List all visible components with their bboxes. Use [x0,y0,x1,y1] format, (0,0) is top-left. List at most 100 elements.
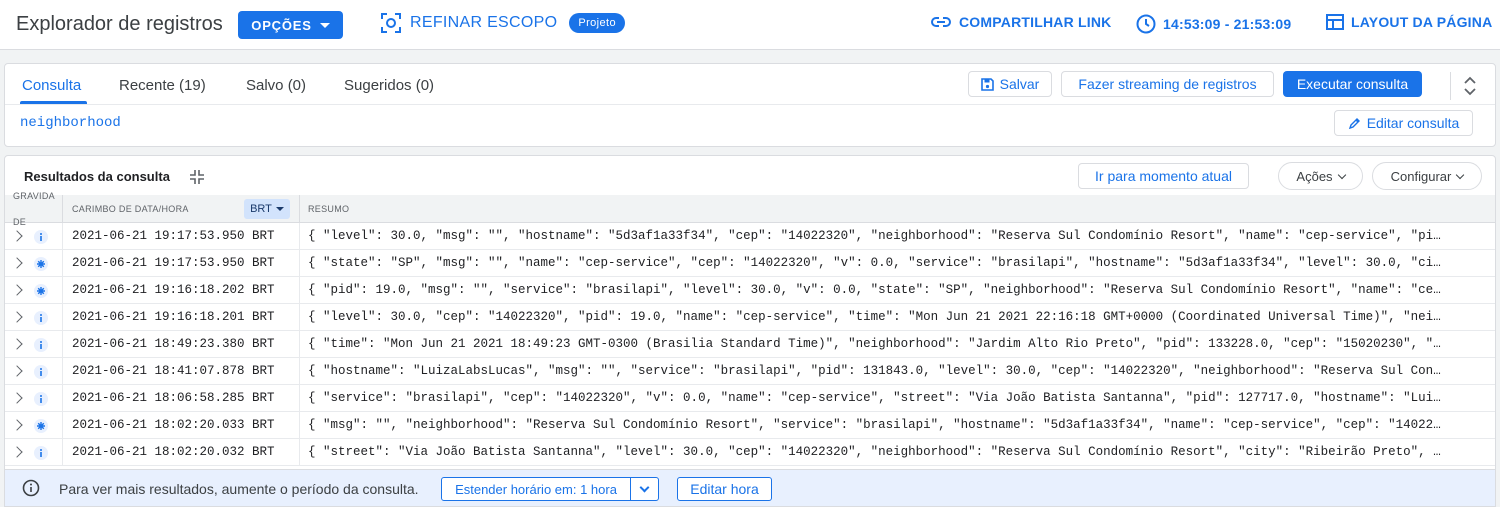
row-summary: { "level": 30.0, "msg": "", "hostname": … [308,229,1448,243]
chevron-right-icon[interactable] [11,230,23,242]
stream-logs-button[interactable]: Fazer streaming de registros [1061,71,1274,97]
page-layout-label: LAYOUT DA PÁGINA [1351,14,1493,30]
chevron-right-icon[interactable] [11,419,23,431]
row-timestamp: 2021-06-21 18:41:07.878 BRT [72,364,275,378]
tab-salvo[interactable]: Salvo (0) [246,77,306,94]
tab-consulta[interactable]: Consulta [22,77,81,94]
actions-button[interactable]: Ações [1278,162,1363,190]
timezone-selector[interactable]: BRT [244,199,290,219]
chevron-down-icon [1337,170,1346,179]
table-row[interactable]: 2021-06-21 18:06:58.285 BRT { "service":… [5,385,1495,412]
row-timestamp: 2021-06-21 18:06:58.285 BRT [72,391,275,405]
run-query-button[interactable]: Executar consulta [1283,71,1422,97]
column-divider [62,250,63,277]
column-divider [62,277,63,304]
jump-to-now-button[interactable]: Ir para momento atual [1078,163,1249,189]
save-icon [980,77,994,91]
column-divider [299,250,300,277]
column-divider [62,331,63,358]
page-layout-button[interactable]: LAYOUT DA PÁGINA [1326,14,1492,30]
timestamp-header[interactable]: CARIMBO DE DATA/HORA [72,204,189,214]
results-panel: Resultados da consulta Ir para momento a… [4,155,1496,507]
link-icon [931,17,951,27]
row-summary: { "time": "Mon Jun 21 2021 18:49:23 GMT-… [308,337,1448,351]
edit-time-button[interactable]: Editar hora [677,477,772,501]
column-divider [299,304,300,331]
project-badge: Projeto [569,13,625,33]
table-row[interactable]: 2021-06-21 19:16:18.202 BRT { "pid": 19.… [5,277,1495,304]
tab-sugeridos[interactable]: Sugeridos (0) [344,77,434,94]
row-summary: { "hostname": "LuizaLabsLucas", "msg": "… [308,364,1448,378]
info-severity-icon [34,338,48,352]
save-button-label: Salvar [999,76,1040,92]
edit-query-button[interactable]: Editar consulta [1334,110,1473,136]
column-divider [62,358,63,385]
focus-scope-icon [381,13,401,33]
table-row[interactable]: 2021-06-21 18:02:20.033 BRT { "msg": "",… [5,412,1495,439]
info-severity-icon [34,230,48,244]
configure-button[interactable]: Configurar [1372,162,1482,190]
column-divider [299,412,300,439]
any-severity-icon [34,419,48,433]
refine-scope-button[interactable]: REFINAR ESCOPO Projeto [380,12,625,34]
time-range-button[interactable]: 14:53:09 - 21:53:09 [1136,14,1291,34]
chevron-right-icon[interactable] [11,284,23,296]
refine-scope-label: REFINAR ESCOPO [410,14,558,31]
tabs-divider [5,104,1495,105]
info-severity-icon [34,311,48,325]
row-summary: { "street": "Via João Batista Santanna",… [308,445,1448,459]
share-link-button[interactable]: COMPARTILHAR LINK [930,14,1111,30]
column-divider [62,223,63,250]
chevron-right-icon[interactable] [11,338,23,350]
chevron-right-icon[interactable] [11,446,23,458]
collapse-icon[interactable] [188,168,206,186]
chevron-down-icon [639,482,650,492]
any-severity-icon [34,257,48,271]
extend-time-split-button: Estender horário em: 1 hora [441,477,659,501]
severity-header-line1: GRAVIDA [13,191,55,201]
row-timestamp: 2021-06-21 18:02:20.033 BRT [72,418,275,432]
expand-collapse-icon[interactable] [1459,75,1481,97]
chevron-right-icon[interactable] [11,392,23,404]
tab-recente[interactable]: Recente (19) [119,77,206,94]
query-panel: Consulta Recente (19) Salvo (0) Sugerido… [4,63,1496,147]
column-divider [62,385,63,412]
row-timestamp: 2021-06-21 18:02:20.032 BRT [72,445,275,459]
info-severity-icon [34,365,48,379]
chevron-right-icon[interactable] [11,257,23,269]
query-editor-text[interactable]: neighborhood [20,115,121,131]
row-summary: { "service": "brasilapi", "cep": "140223… [308,391,1448,405]
chevron-right-icon[interactable] [11,311,23,323]
top-bar: Explorador de registros OPÇÕES REFINAR E… [0,0,1500,50]
timezone-label: BRT [250,203,272,215]
options-button[interactable]: OPÇÕES [238,11,343,39]
table-row[interactable]: 2021-06-21 18:02:20.032 BRT { "street": … [5,439,1495,466]
table-row[interactable]: 2021-06-21 19:16:18.201 BRT { "level": 3… [5,304,1495,331]
table-row[interactable]: 2021-06-21 18:49:23.380 BRT { "time": "M… [5,331,1495,358]
time-range-label: 14:53:09 - 21:53:09 [1163,16,1292,32]
column-divider [62,304,63,331]
extend-time-dropdown[interactable] [631,478,658,500]
severity-header[interactable]: GRAVIDA DE [13,191,55,227]
row-timestamp: 2021-06-21 19:17:53.950 BRT [72,256,275,270]
extend-time-button[interactable]: Estender horário em: 1 hora [442,478,631,500]
save-button[interactable]: Salvar [968,71,1052,97]
actions-label: Ações [1296,168,1333,184]
table-row[interactable]: 2021-06-21 19:17:53.950 BRT { "level": 3… [5,223,1495,250]
table-header: GRAVIDA DE CARIMBO DE DATA/HORA BRT RESU… [5,191,1495,227]
caret-down-icon [319,22,330,28]
column-divider [299,358,300,385]
column-divider [299,331,300,358]
chevron-right-icon[interactable] [11,365,23,377]
banner-message: Para ver mais resultados, aumente o perí… [59,481,419,497]
row-timestamp: 2021-06-21 19:16:18.201 BRT [72,310,275,324]
row-timestamp: 2021-06-21 19:16:18.202 BRT [72,283,275,297]
table-row[interactable]: 2021-06-21 19:17:53.950 BRT { "state": "… [5,250,1495,277]
log-rows: 2021-06-21 19:17:53.950 BRT { "level": 3… [5,223,1495,466]
info-severity-icon [34,392,48,406]
clock-icon [1136,14,1156,34]
more-results-banner: Para ver mais resultados, aumente o perí… [5,469,1495,506]
table-row[interactable]: 2021-06-21 18:41:07.878 BRT { "hostname"… [5,358,1495,385]
options-button-label: OPÇÕES [251,17,312,33]
row-summary: { "pid": 19.0, "msg": "", "service": "br… [308,283,1448,297]
